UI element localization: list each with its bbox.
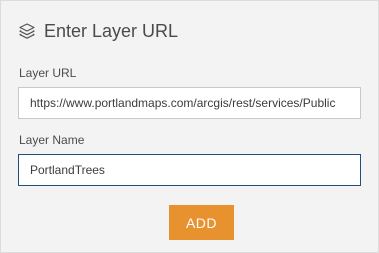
- panel-title: Enter Layer URL: [44, 20, 179, 41]
- layer-url-label: Layer URL: [19, 66, 77, 80]
- layers-icon: [18, 22, 36, 40]
- layer-name-input[interactable]: [18, 154, 361, 186]
- enter-layer-url-panel: Enter Layer URL Layer URL Layer Name ADD: [0, 0, 379, 253]
- panel-header: Enter Layer URL: [18, 18, 178, 44]
- layer-url-input[interactable]: [18, 87, 361, 119]
- add-button[interactable]: ADD: [169, 205, 234, 240]
- layer-name-label: Layer Name: [19, 133, 85, 147]
